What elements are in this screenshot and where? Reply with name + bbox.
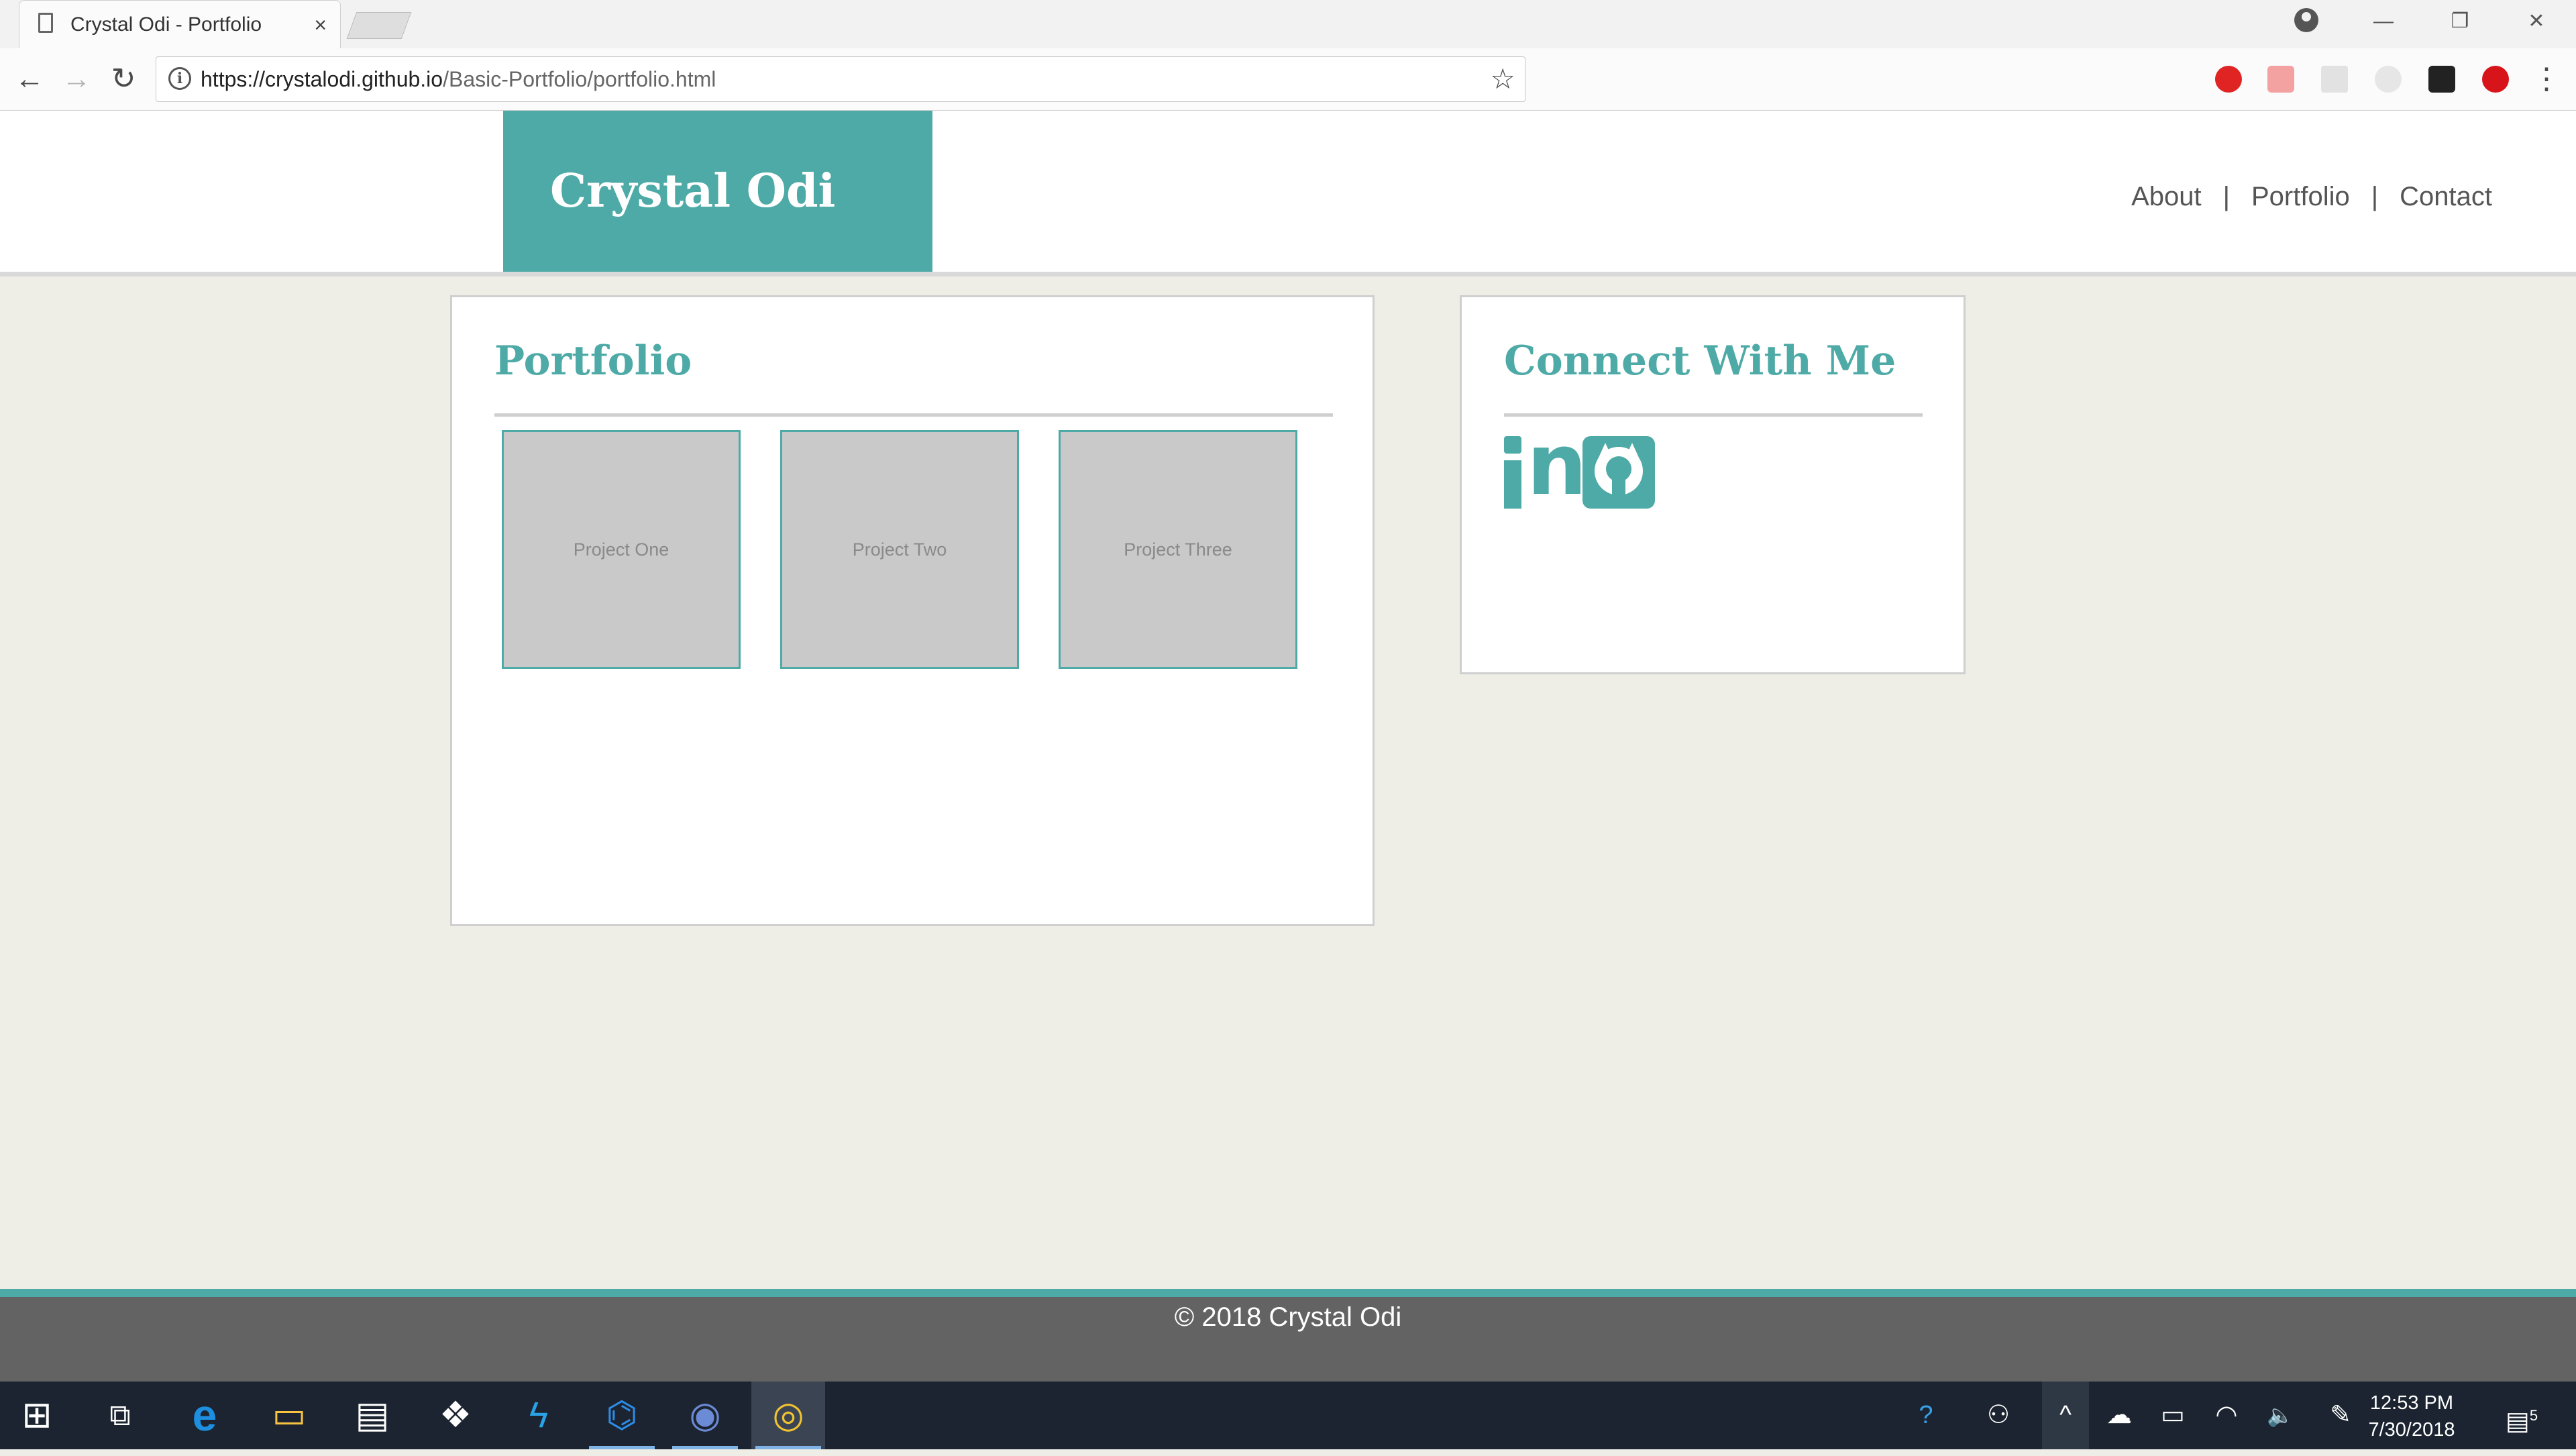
forward-icon[interactable]: → [56,48,97,110]
battery-icon[interactable]: ▭ [2149,1382,2196,1449]
new-tab-button[interactable] [346,12,412,39]
notification-icon[interactable]: ▤5 [2498,1382,2545,1456]
help-icon[interactable]: ? [1902,1382,1949,1449]
site-title[interactable]: Crystal Odi [550,111,835,272]
project-tile-three[interactable]: Project Three [1059,430,1297,669]
site-info-icon[interactable]: i [168,67,191,90]
brand-block: Crystal Odi [503,111,932,272]
dropbox-app[interactable]: ❖ [419,1382,492,1449]
footer-copyright: © 2018 Crystal Odi [1174,1302,1402,1332]
circle-app[interactable]: ◉ [668,1382,742,1449]
back-icon[interactable]: ← [9,48,50,110]
start-button[interactable]: ⊞ [0,1382,74,1449]
task-view-icon: ⧉ [109,1399,131,1432]
windows-logo-icon: ⊞ [21,1395,52,1435]
profile-icon[interactable] [2294,8,2318,32]
portfolio-divider [494,413,1333,417]
task-view-button[interactable]: ⧉ [83,1382,157,1449]
github-ear-left [1599,443,1612,458]
linkedin-i-stem [1504,460,1521,509]
portfolio-heading: Portfolio [494,337,692,384]
wifi-icon[interactable]: ◠ [2203,1382,2250,1449]
bookmark-star-icon[interactable]: ☆ [1490,57,1515,101]
edge-icon: e [192,1390,217,1440]
nav-separator: | [2371,182,2379,211]
url-host: https://crystalodi.github.io [201,67,443,91]
site-header: Crystal Odi About | Portfolio | Contact [0,111,2576,276]
site-nav: About | Portfolio | Contact [2131,111,2492,282]
github-neck [1612,478,1625,495]
nav-contact[interactable]: Contact [2400,182,2492,211]
restore-icon[interactable]: ❐ [2436,0,2483,43]
page-icon [38,13,53,33]
clock-time: 12:53 PM [2369,1392,2454,1414]
tray-chevron-icon[interactable]: ^ [2042,1382,2089,1449]
linkedin-n-glyph: n [1527,415,1587,514]
close-window-icon[interactable]: ✕ [2513,0,2560,43]
site-footer: © 2018 Crystal Odi [0,1297,2576,1382]
lightning-icon: ϟ [529,1395,549,1435]
grid-extension-icon[interactable] [2321,66,2348,93]
linkedin-i-dot [1504,436,1521,454]
dropbox-icon: ❖ [439,1395,472,1435]
reload-icon[interactable]: ↻ [103,48,144,110]
folder-icon: ▭ [272,1395,307,1435]
people-icon[interactable]: ⚇ [1975,1382,2022,1449]
browser-toolbar: ← → ↻ i https://crystalodi.github.io/Bas… [0,48,2576,111]
clock-date: 7/30/2018 [2368,1419,2455,1441]
chrome-menu-icon[interactable]: ⋮ [2526,48,2567,110]
tab-close-icon[interactable]: × [314,1,327,49]
url-text[interactable]: https://crystalodi.github.io/Basic-Portf… [201,57,716,101]
nav-about[interactable]: About [2131,182,2202,211]
linkedin-icon[interactable]: n [1504,421,1587,510]
chrome-icon: ◎ [772,1395,804,1435]
address-bar[interactable]: i https://crystalodi.github.io/Basic-Por… [156,56,1525,102]
connect-panel: Connect With Me n [1460,295,1966,674]
github-octocat [1595,443,1643,495]
connect-heading: Connect With Me [1504,337,1896,384]
circle-app-icon: ◉ [689,1395,721,1435]
browser-tab[interactable]: Crystal Odi - Portfolio × [19,0,341,48]
taskbar-clock[interactable]: 12:53 PM 7/30/2018 [2361,1390,2462,1443]
vscode-icon: ⌬ [606,1395,638,1435]
edge-app[interactable]: e [168,1382,241,1449]
pen-icon[interactable]: ✎ [2317,1382,2364,1449]
sharp-app[interactable]: ϟ [502,1382,576,1449]
minimize-icon[interactable]: — [2360,0,2407,43]
project-tile-two[interactable]: Project Two [780,430,1019,669]
circle-extension-icon[interactable] [2375,66,2402,93]
windows-taskbar: ⊞ ⧉ e ▭ ▤ ❖ ϟ ⌬ ◉ ◎ ? ⚇ ^ ☁ ▭ ◠ 🔈 ✎ 12:5… [0,1382,2576,1449]
project-tile-one[interactable]: Project One [502,430,741,669]
opera-extension-icon[interactable] [2215,66,2242,93]
store-icon: ▤ [355,1395,390,1435]
browser-titlebar: Crystal Odi - Portfolio × — ❐ ✕ [0,0,2576,49]
github-icon[interactable] [1582,436,1655,509]
nav-portfolio[interactable]: Portfolio [2251,182,2350,211]
volume-icon[interactable]: 🔈 [2257,1382,2304,1449]
footer-accent-bar [0,1289,2576,1297]
red-extension-icon[interactable] [2482,66,2509,93]
onedrive-icon[interactable]: ☁ [2096,1382,2143,1449]
chrome-app[interactable]: ◎ [751,1382,825,1449]
notification-count: 5 [2529,1407,2538,1424]
tab-title: Crystal Odi - Portfolio [70,13,262,36]
store-app[interactable]: ▤ [335,1382,409,1449]
share-extension-icon[interactable] [2267,66,2294,93]
camera-extension-icon[interactable] [2428,66,2455,93]
portfolio-panel: Portfolio Project One Project Two Projec… [450,295,1375,926]
url-path: /Basic-Portfolio/portfolio.html [443,67,716,91]
github-ear-right [1625,443,1639,458]
vscode-app[interactable]: ⌬ [585,1382,659,1449]
file-explorer-app[interactable]: ▭ [252,1382,326,1449]
nav-separator: | [2222,182,2230,211]
action-center-icon: ▤ [2505,1407,2530,1436]
